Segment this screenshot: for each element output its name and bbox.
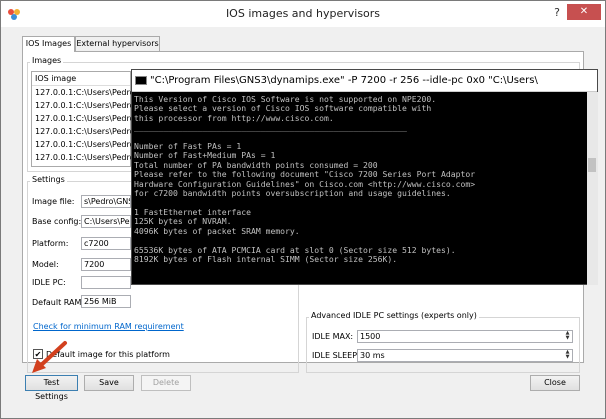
- images-group-label: Images: [30, 56, 64, 65]
- ios-image-column-header[interactable]: IOS image: [32, 72, 130, 86]
- base-config-label: Base config:: [32, 217, 82, 226]
- close-button[interactable]: Close: [530, 375, 580, 391]
- list-item[interactable]: 127.0.0.1:C:\Users\Pedro: [35, 152, 131, 164]
- idle-max-value: 1500: [360, 332, 381, 341]
- default-ram-label: Default RAM:: [32, 298, 85, 307]
- console-line: ________________________________________…: [134, 122, 407, 133]
- delete-button[interactable]: Delete: [141, 375, 191, 391]
- dynamips-console-window[interactable]: "C:\Program Files\GNS3\dynamips.exe" -P …: [131, 69, 598, 285]
- platform-select[interactable]: c7200: [81, 237, 131, 250]
- console-line: 4096K bytes of packet SRAM memory.: [134, 225, 300, 236]
- default-ram-value: 256 MiB: [84, 297, 117, 306]
- idle-sleep-spinbox[interactable]: 30 ms ▲ ▼: [357, 349, 573, 362]
- spin-arrows-icon[interactable]: ▲ ▼: [563, 331, 572, 342]
- console-title: "C:\Program Files\GNS3\dynamips.exe" -P …: [150, 75, 538, 86]
- list-item[interactable]: 127.0.0.1:C:\Users\Pedro: [35, 113, 131, 125]
- console-icon: [135, 76, 147, 85]
- console-line: 8192K bytes of Flash internal SIMM (Sect…: [134, 253, 398, 264]
- base-config-field[interactable]: C:\Users\Pe: [81, 215, 131, 228]
- console-scrollbar[interactable]: [587, 92, 598, 285]
- advanced-idle-group-label: Advanced IDLE PC settings (experts only): [309, 311, 479, 320]
- idle-max-spinbox[interactable]: 1500 ▲ ▼: [357, 330, 573, 343]
- idle-pc-field[interactable]: [81, 276, 131, 289]
- idle-sleep-value: 30 ms: [360, 351, 385, 360]
- save-button[interactable]: Save: [84, 375, 134, 391]
- list-item[interactable]: 127.0.0.1:C:\Users\Pedro: [35, 100, 131, 112]
- test-settings-button[interactable]: Test Settings: [25, 375, 78, 401]
- idle-pc-label: IDLE PC:: [32, 278, 66, 287]
- idle-sleep-label: IDLE SLEEP:: [312, 351, 360, 360]
- ios-image-list[interactable]: IOS image 127.0.0.1:C:\Users\Pedro 127.0…: [31, 71, 131, 167]
- window-title: IOS images and hypervisors: [225, 7, 381, 20]
- list-item[interactable]: 127.0.0.1:C:\Users\Pedro: [35, 87, 131, 99]
- console-line: for c7200 bandwidth points oversubscript…: [134, 188, 451, 199]
- spin-arrows-icon[interactable]: ▲ ▼: [563, 350, 572, 361]
- advanced-idle-group: [306, 317, 580, 373]
- window-close-button[interactable]: ✕: [567, 4, 601, 20]
- help-button[interactable]: ?: [549, 4, 565, 22]
- model-label: Model:: [32, 260, 59, 269]
- console-output: This Version of Cisco IOS Software is no…: [132, 92, 584, 285]
- model-value: 7200: [84, 260, 105, 269]
- idle-max-label: IDLE MAX:: [312, 332, 354, 341]
- platform-label: Platform:: [32, 239, 69, 248]
- console-scroll-thumb[interactable]: [588, 158, 596, 172]
- tab-ios-images[interactable]: IOS Images: [22, 36, 75, 52]
- model-select[interactable]: 7200: [81, 258, 131, 271]
- list-item[interactable]: 127.0.0.1:C:\Users\Pedro: [35, 139, 131, 151]
- settings-group-label: Settings: [30, 175, 67, 184]
- image-file-field[interactable]: s\Pedro\GNS: [81, 195, 131, 208]
- tab-external-hypervisors[interactable]: External hypervisors: [75, 36, 160, 51]
- default-ram-spinbox[interactable]: 256 MiB: [81, 295, 131, 308]
- dialog-window: IOS images and hypervisors ? ✕ IOS Image…: [0, 0, 606, 419]
- title-bar[interactable]: IOS images and hypervisors ? ✕: [1, 1, 605, 27]
- image-file-label: Image file:: [32, 197, 75, 206]
- platform-value: c7200: [84, 239, 109, 248]
- console-title-bar[interactable]: "C:\Program Files\GNS3\dynamips.exe" -P …: [132, 70, 597, 92]
- list-item[interactable]: 127.0.0.1:C:\Users\Pedro: [35, 126, 131, 138]
- annotation-arrow-icon: [32, 341, 67, 373]
- minimum-ram-link[interactable]: Check for minimum RAM requirement: [33, 322, 184, 331]
